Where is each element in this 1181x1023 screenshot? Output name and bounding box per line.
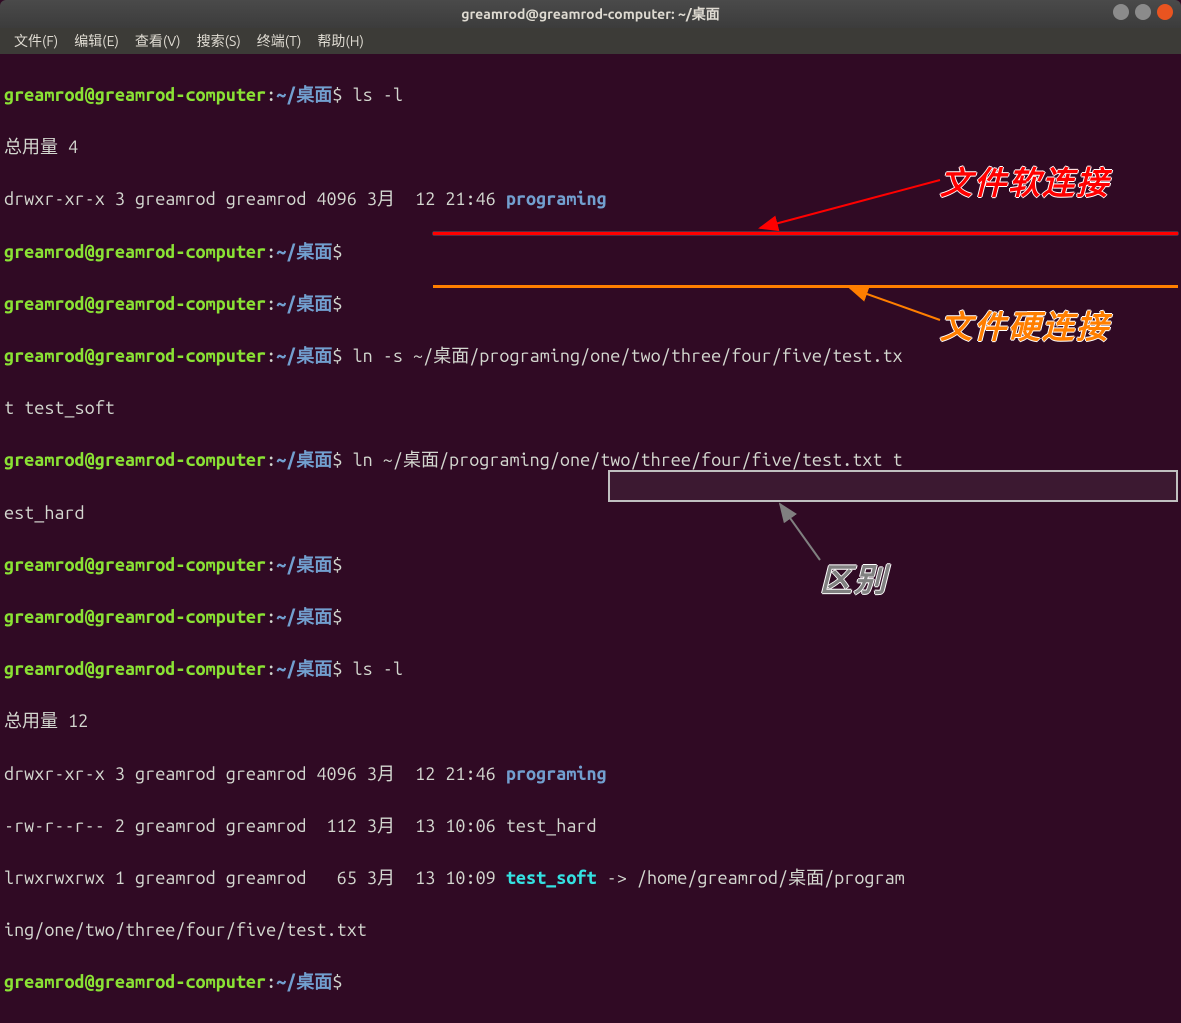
- menu-search[interactable]: 搜索(S): [191, 29, 247, 53]
- terminal-line: greamrod@greamrod-computer:~/桌面$ ls -l: [4, 82, 1177, 108]
- terminal-line: -rw-r--r-- 2 greamrod greamrod 112 3月 13…: [4, 813, 1177, 839]
- terminal-line: greamrod@greamrod-computer:~/桌面$: [4, 239, 1177, 265]
- window-title: greamrod@greamrod-computer: ~/桌面: [461, 4, 719, 24]
- annotation-difference-label: 区别: [820, 555, 888, 601]
- prompt-user: greamrod@greamrod-computer: [4, 85, 266, 105]
- annotation-soft-link-label: 文件软连接: [940, 158, 1110, 204]
- annotation-underline-red: [433, 232, 1178, 235]
- command-ln-soft: ln -s ~/桌面/programing/one/two/three/four…: [342, 346, 902, 366]
- terminal-line: ing/one/two/three/four/five/test.txt: [4, 917, 1177, 943]
- command-ls: ls -l: [342, 85, 402, 105]
- maximize-icon[interactable]: [1135, 4, 1151, 20]
- menu-view[interactable]: 查看(V): [129, 29, 187, 53]
- menu-terminal[interactable]: 终端(T): [251, 29, 308, 53]
- menu-edit[interactable]: 编辑(E): [68, 29, 125, 53]
- command-ls: ls -l: [342, 659, 402, 679]
- menu-help[interactable]: 帮助(H): [311, 29, 370, 53]
- dir-name: programing: [506, 764, 607, 784]
- terminal-line: greamrod@greamrod-computer:~/桌面$: [4, 969, 1177, 995]
- terminal-line: est_hard: [4, 500, 1177, 526]
- window-titlebar: greamrod@greamrod-computer: ~/桌面: [0, 0, 1181, 28]
- window-controls: [1113, 4, 1173, 20]
- terminal-line: greamrod@greamrod-computer:~/桌面$: [4, 604, 1177, 630]
- annotation-hard-link-label: 文件硬连接: [940, 302, 1110, 348]
- terminal-line: greamrod@greamrod-computer:~/桌面$: [4, 552, 1177, 578]
- terminal-line: t test_soft: [4, 395, 1177, 421]
- terminal-line: 总用量 12: [4, 708, 1177, 734]
- close-icon[interactable]: [1157, 4, 1173, 20]
- symlink-name: test_soft: [506, 868, 597, 888]
- dir-name: programing: [506, 189, 607, 209]
- command-ln-hard: ln ~/桌面/programing/one/two/three/four/fi…: [342, 450, 902, 470]
- menu-file[interactable]: 文件(F): [8, 29, 64, 53]
- terminal-line: greamrod@greamrod-computer:~/桌面$ ls -l: [4, 656, 1177, 682]
- annotation-highlight-box: [608, 470, 1178, 502]
- minimize-icon[interactable]: [1113, 4, 1129, 20]
- terminal-line: lrwxrwxrwx 1 greamrod greamrod 65 3月 13 …: [4, 865, 1177, 891]
- terminal-line: 总用量 4: [4, 134, 1177, 160]
- menubar: 文件(F) 编辑(E) 查看(V) 搜索(S) 终端(T) 帮助(H): [0, 28, 1181, 54]
- terminal-line: drwxr-xr-x 3 greamrod greamrod 4096 3月 1…: [4, 761, 1177, 787]
- annotation-underline-orange: [433, 285, 1178, 288]
